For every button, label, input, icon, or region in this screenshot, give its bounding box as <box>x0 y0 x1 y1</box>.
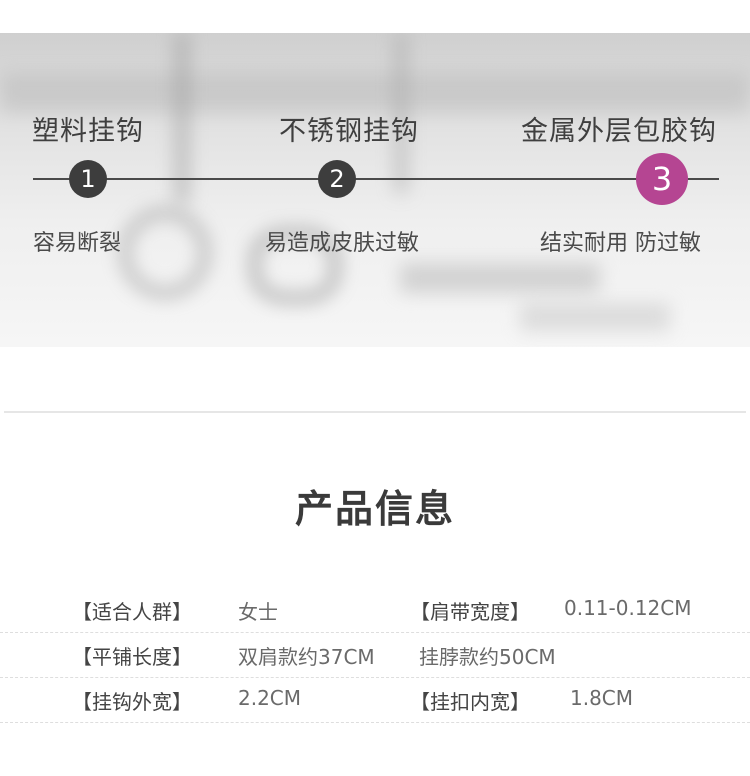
background-blur <box>0 73 750 113</box>
info-label: 【挂扣内宽】 <box>410 690 530 714</box>
info-label: 【适合人群】 <box>72 600 192 624</box>
background-blur <box>400 263 600 293</box>
step-badge-2: 2 <box>318 160 356 198</box>
info-value: 2.2CM <box>238 686 302 710</box>
info-value: 0.11-0.12CM <box>564 596 692 620</box>
stage-desc-steel: 易造成皮肤过敏 <box>265 231 420 256</box>
info-row: 【平铺长度】 双肩款约37CM 挂脖款约50CM <box>0 633 750 678</box>
info-label: 【挂钩外宽】 <box>72 690 192 714</box>
background-blur <box>120 208 210 298</box>
step-badge-3: 3 <box>636 153 688 205</box>
hook-comparison-banner: 塑料挂钩 不锈钢挂钩 金属外层包胶钩 1 2 3 容易断裂 易造成皮肤过敏 结实… <box>0 33 750 347</box>
info-value: 1.8CM <box>570 686 634 710</box>
info-value: 女士 <box>238 600 278 624</box>
info-row: 【挂钩外宽】 2.2CM 【挂扣内宽】 1.8CM <box>0 678 750 723</box>
timeline-line <box>33 178 719 180</box>
section-divider <box>4 411 746 413</box>
step-badge-1: 1 <box>69 160 107 198</box>
info-row: 【适合人群】 女士 【肩带宽度】 0.11-0.12CM <box>0 588 750 633</box>
info-label: 【平铺长度】 <box>72 645 192 669</box>
product-info-title: 产品信息 <box>294 487 455 531</box>
info-value: 双肩款约37CM <box>238 645 375 669</box>
stage-desc-coated: 结实耐用 防过敏 <box>540 231 701 256</box>
stage-name-plastic: 塑料挂钩 <box>32 116 144 147</box>
stage-name-steel: 不锈钢挂钩 <box>279 116 419 147</box>
background-blur <box>520 303 670 331</box>
stage-name-coated: 金属外层包胶钩 <box>521 116 717 147</box>
stage-desc-plastic: 容易断裂 <box>33 231 122 256</box>
info-value: 挂脖款约50CM <box>419 645 556 669</box>
info-label: 【肩带宽度】 <box>410 600 530 624</box>
